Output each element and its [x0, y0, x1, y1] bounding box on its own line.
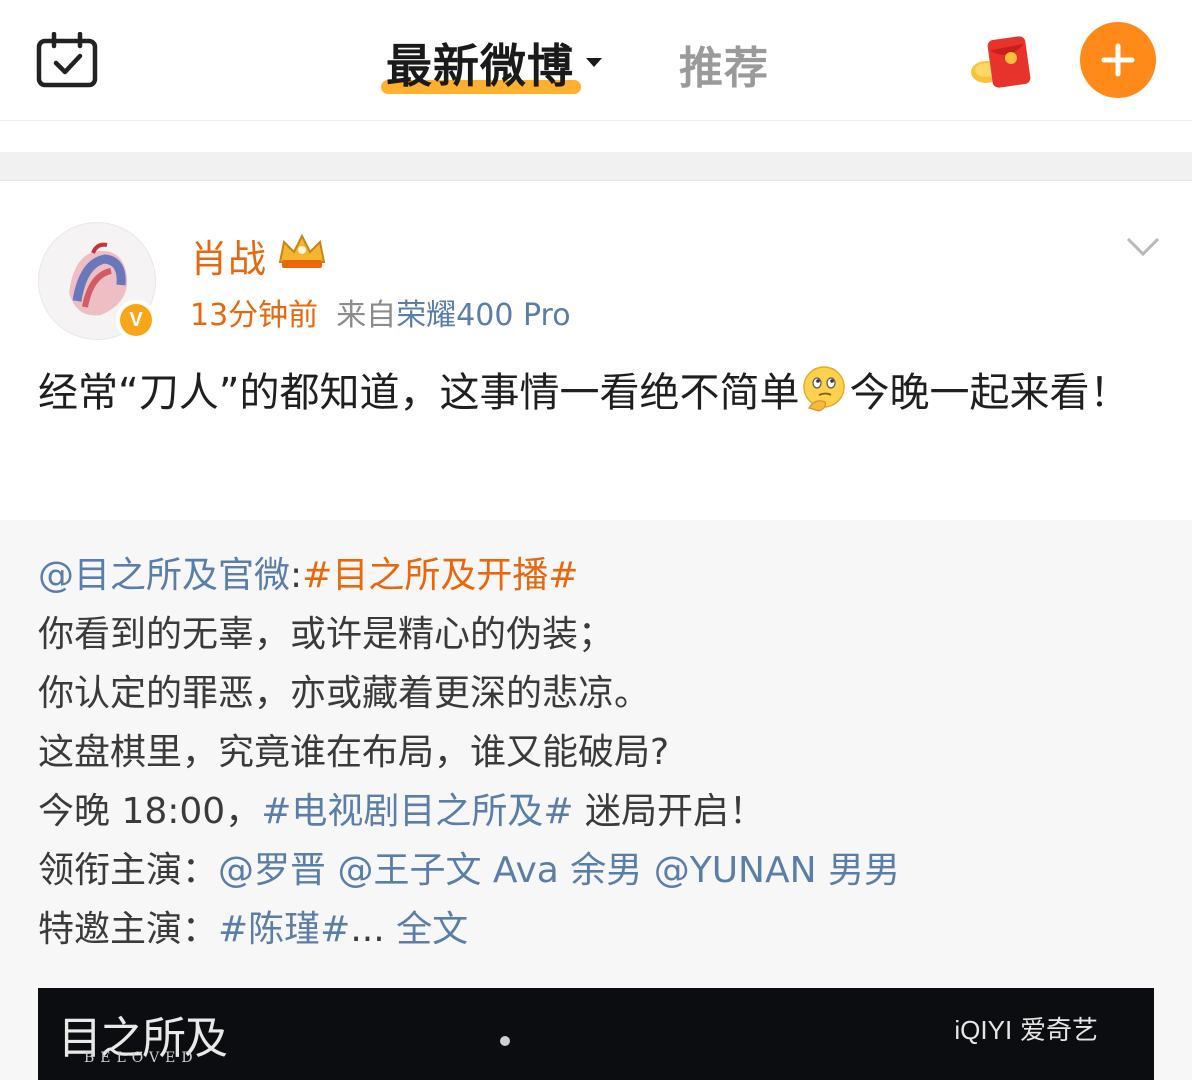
feed-divider — [0, 152, 1192, 181]
red-packet-icon[interactable] — [968, 32, 1040, 92]
post-text-part1: 经常“刀人”的都知道，这事情一看绝不简单 — [38, 370, 800, 416]
plus-icon — [1101, 43, 1135, 77]
mention-yunan[interactable]: @YUNAN 男男 — [654, 850, 900, 891]
iqiyi-logo-text: iQIYI — [954, 1015, 1013, 1045]
chevron-down-icon[interactable] — [1126, 236, 1160, 258]
video-thumbnail[interactable]: 目之所及 BELOVED iQIYI 爱奇艺 — [38, 988, 1154, 1080]
calendar-check-icon[interactable] — [36, 32, 98, 88]
mention-luojin[interactable]: @罗晋 — [218, 850, 326, 891]
iqiyi-logo: iQIYI 爱奇艺 — [954, 1010, 1098, 1047]
repost-line-2: 你看到的无辜，或许是精心的伪装； — [38, 614, 615, 655]
special-cast-label: 特邀主演： — [38, 909, 219, 950]
video-subtitle: BELOVED — [84, 1050, 199, 1066]
caret-down-icon[interactable] — [586, 58, 602, 67]
topic-main[interactable]: #目之所及开播# — [302, 555, 578, 596]
repost-line-5-prefix: 今晚 18:00， — [38, 791, 262, 832]
repost-line-4: 这盘棋里，究竟谁在布局，谁又能破局? — [38, 732, 670, 773]
repost-text: @目之所及官微:#目之所及开播# 你看到的无辜，或许是精心的伪装； 你认定的罪恶… — [38, 546, 1158, 959]
compose-plus-button[interactable] — [1080, 22, 1156, 98]
tab-recommend[interactable]: 推荐 — [679, 32, 769, 96]
repost-line-1: @目之所及官微:#目之所及开播# — [38, 546, 1158, 605]
repost-line-3: 你认定的罪恶，亦或藏着更深的悲凉。 — [38, 673, 651, 714]
post-author-name[interactable]: 肖战 — [190, 228, 266, 283]
repost-line-5: 今晚 18:00，#电视剧目之所及# 迷局开启！ — [38, 782, 1158, 841]
repost-line-6: 领衔主演：@罗晋 @王子文 Ava 余男 @YUNAN 男男 — [38, 841, 1158, 900]
post-meta: 13分钟前 来自荣耀400 Pro — [190, 290, 571, 334]
post-source-prefix: 来自 — [336, 298, 397, 333]
video-light-dot — [500, 1036, 510, 1046]
topic-tv-series[interactable]: #电视剧目之所及# — [261, 791, 573, 832]
iqiyi-name: 爱奇艺 — [1019, 1015, 1098, 1045]
verified-badge-letter: V — [120, 304, 152, 336]
mention-source-account[interactable]: @目之所及官微 — [38, 555, 290, 596]
repost-line-5-suffix: 迷局开启！ — [573, 791, 765, 832]
mention-wangziwen[interactable]: @王子文 Ava 余男 — [337, 850, 642, 891]
repost-colon: : — [290, 555, 303, 596]
tab-latest-weibo[interactable]: 最新微博 — [386, 30, 574, 96]
verified-badge-icon: V — [116, 300, 156, 340]
full-text-link[interactable]: 全文 — [396, 909, 468, 950]
post-text: 经常“刀人”的都知道，这事情一看绝不简单 今晚一起来看！ — [38, 362, 1158, 424]
lead-cast-label: 领衔主演： — [38, 850, 219, 891]
top-nav-bar: 最新微博 推荐 — [0, 0, 1192, 121]
post-time: 13分钟前 — [190, 298, 319, 333]
ellipsis: ... — [350, 909, 397, 950]
post-device[interactable]: 荣耀400 Pro — [396, 298, 570, 333]
crown-badge-icon[interactable] — [276, 232, 328, 272]
thinking-emoji-icon — [803, 366, 846, 412]
topic-chenjin[interactable]: #陈瑾# — [218, 909, 350, 950]
repost-line-7: 特邀主演：#陈瑾#... 全文 — [38, 900, 1158, 959]
post-text-part2: 今晚一起来看！ — [849, 370, 1130, 416]
